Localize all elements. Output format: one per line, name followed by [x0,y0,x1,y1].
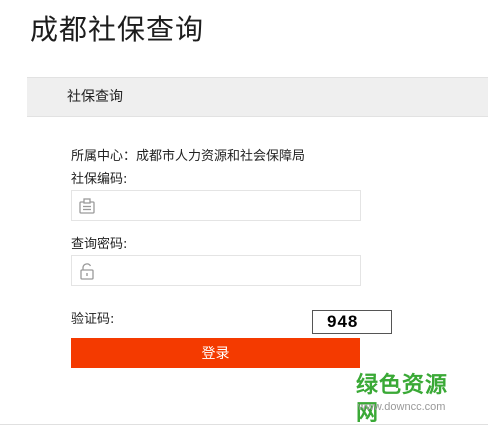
watermark-url: www.downcc.com [358,401,446,413]
login-button-label: 登录 [201,345,230,361]
query-password-label: 查询密码: [71,237,128,252]
social-security-code-field[interactable] [71,190,361,221]
site-watermark: 绿色资源网 www.downcc.com [350,372,470,426]
section-header: 社保查询 [27,77,488,117]
login-button[interactable]: 登录 [71,338,360,368]
watermark-logo-text: 绿色资源网 [356,373,449,426]
query-password-field[interactable] [71,255,361,286]
section-header-label: 社保查询 [67,89,123,105]
social-security-code-label: 社保编码: [71,172,128,187]
captcha-label: 验证码: [71,312,115,327]
social-security-code-input[interactable] [102,191,357,220]
captcha-code: 948 [327,312,359,331]
id-card-icon [79,198,95,214]
page-title: 成都社保查询 [30,13,205,46]
bottom-divider [0,424,488,425]
unlock-icon [80,263,94,280]
service-center-label: 所属中心：成都市人力资源和社会保障局 [71,149,306,164]
captcha-image[interactable]: 948 [312,310,392,334]
query-password-input[interactable] [102,256,357,285]
